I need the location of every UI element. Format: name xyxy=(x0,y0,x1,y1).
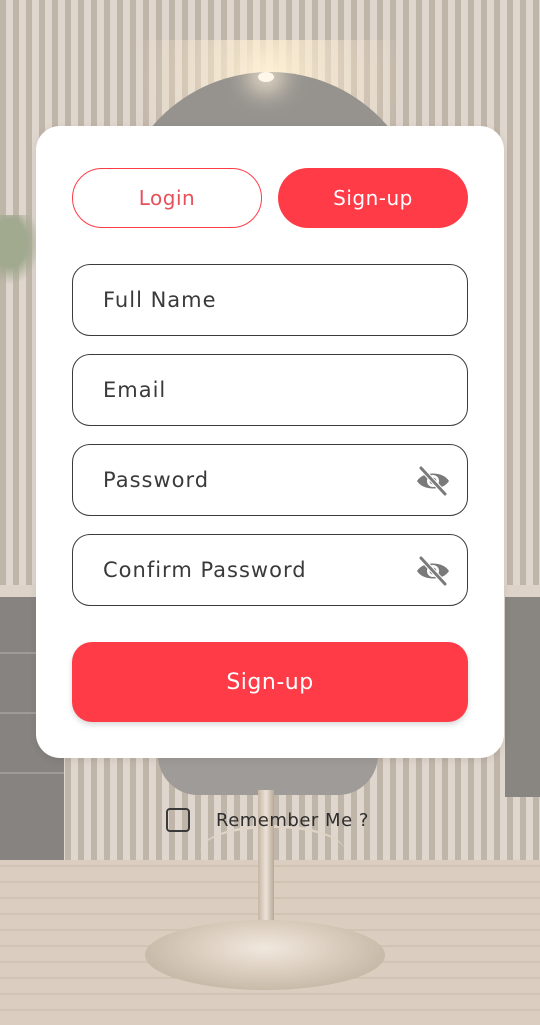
password-field xyxy=(72,444,468,516)
remember-me-label: Remember Me ? xyxy=(216,809,369,831)
eye-off-icon[interactable] xyxy=(415,555,451,587)
auth-tabs: Login Sign-up xyxy=(72,168,468,228)
email-input[interactable] xyxy=(73,377,425,403)
password-input[interactable] xyxy=(73,467,425,493)
full-name-input[interactable] xyxy=(73,287,425,313)
eye-off-icon[interactable] xyxy=(415,465,451,497)
remember-me: Remember Me ? xyxy=(166,805,369,835)
signup-submit-button[interactable]: Sign-up xyxy=(72,642,468,722)
remember-me-checkbox[interactable] xyxy=(166,808,190,832)
tab-login[interactable]: Login xyxy=(72,168,262,228)
email-field xyxy=(72,354,468,426)
confirm-password-input[interactable] xyxy=(73,557,425,583)
full-name-field xyxy=(72,264,468,336)
signup-card: Login Sign-up Sign-up xyxy=(36,126,504,758)
tab-signup[interactable]: Sign-up xyxy=(278,168,468,228)
confirm-password-field xyxy=(72,534,468,606)
